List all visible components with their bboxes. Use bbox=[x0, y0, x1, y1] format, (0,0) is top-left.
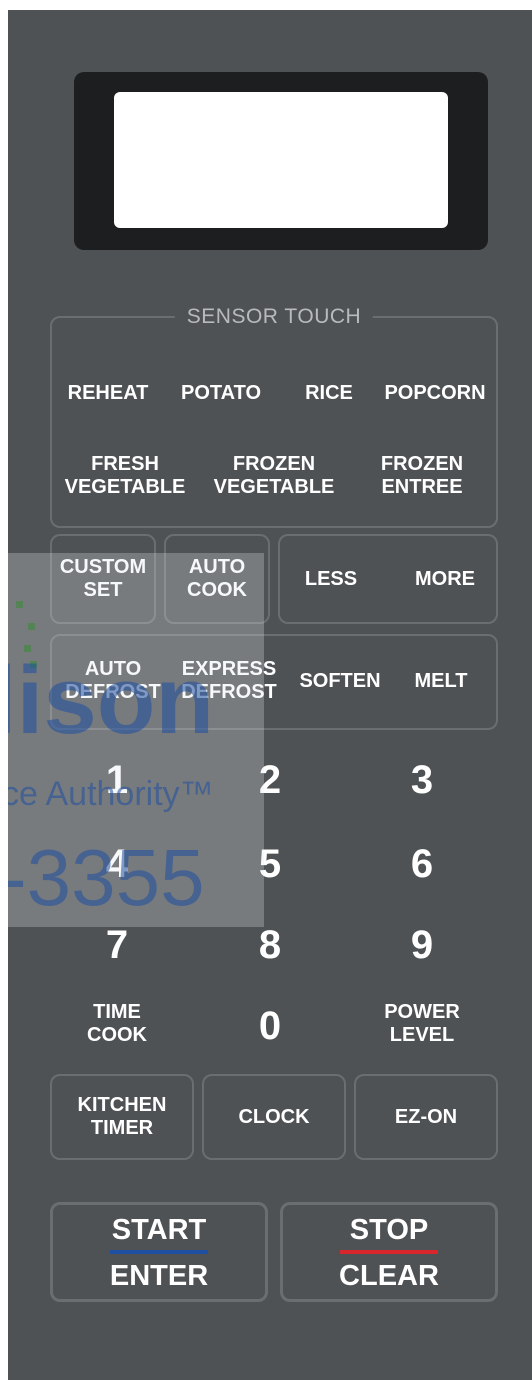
control-panel: SENSOR TOUCH REHEAT POTATO RICE POPCORN … bbox=[8, 10, 532, 1380]
stop-underline bbox=[340, 1250, 438, 1254]
sensor-touch-title: SENSOR TOUCH bbox=[174, 305, 374, 329]
potato-button[interactable]: POTATO bbox=[181, 382, 261, 405]
stop-label: STOP bbox=[349, 1214, 429, 1246]
ez-on-label: EZ-ON bbox=[394, 1106, 458, 1128]
less-button[interactable]: LESS bbox=[305, 568, 357, 591]
key-7[interactable]: 7 bbox=[106, 923, 128, 967]
key-3[interactable]: 3 bbox=[411, 758, 433, 802]
time-cook-button[interactable]: TIME COOK bbox=[87, 1001, 147, 1047]
fresh-vegetable-button[interactable]: FRESH VEGETABLE bbox=[65, 453, 186, 499]
key-8[interactable]: 8 bbox=[259, 923, 281, 967]
key-5[interactable]: 5 bbox=[259, 842, 281, 886]
clear-label: CLEAR bbox=[339, 1260, 439, 1292]
start-underline bbox=[110, 1250, 208, 1254]
popcorn-button[interactable]: POPCORN bbox=[384, 382, 485, 405]
frozen-vegetable-button[interactable]: FROZEN VEGETABLE bbox=[214, 453, 335, 499]
display-bezel bbox=[74, 72, 488, 250]
soften-button[interactable]: SOFTEN bbox=[299, 670, 380, 693]
custom-set-label: CUSTOM SET bbox=[59, 556, 147, 601]
key-2[interactable]: 2 bbox=[259, 758, 281, 802]
melt-button[interactable]: MELT bbox=[415, 670, 468, 693]
key-9[interactable]: 9 bbox=[411, 923, 433, 967]
more-button[interactable]: MORE bbox=[415, 568, 475, 591]
reheat-button[interactable]: REHEAT bbox=[68, 382, 149, 405]
auto-cook-label: AUTO COOK bbox=[187, 556, 247, 601]
key-6[interactable]: 6 bbox=[411, 842, 433, 886]
display-screen bbox=[114, 92, 448, 228]
frozen-entree-button[interactable]: FROZEN ENTREE bbox=[381, 453, 463, 499]
auto-defrost-button[interactable]: AUTO DEFROST bbox=[65, 658, 161, 704]
clock-label: CLOCK bbox=[238, 1106, 310, 1128]
rice-button[interactable]: RICE bbox=[305, 382, 353, 405]
start-label: START bbox=[111, 1214, 207, 1246]
key-4[interactable]: 4 bbox=[106, 842, 128, 886]
express-defrost-button[interactable]: EXPRESS DEFROST bbox=[181, 658, 277, 704]
power-level-button[interactable]: POWER LEVEL bbox=[384, 1001, 460, 1047]
kitchen-timer-label: KITCHEN TIMER bbox=[77, 1094, 167, 1139]
key-0[interactable]: 0 bbox=[259, 1004, 281, 1048]
enter-label: ENTER bbox=[109, 1260, 209, 1292]
key-1[interactable]: 1 bbox=[106, 758, 128, 802]
